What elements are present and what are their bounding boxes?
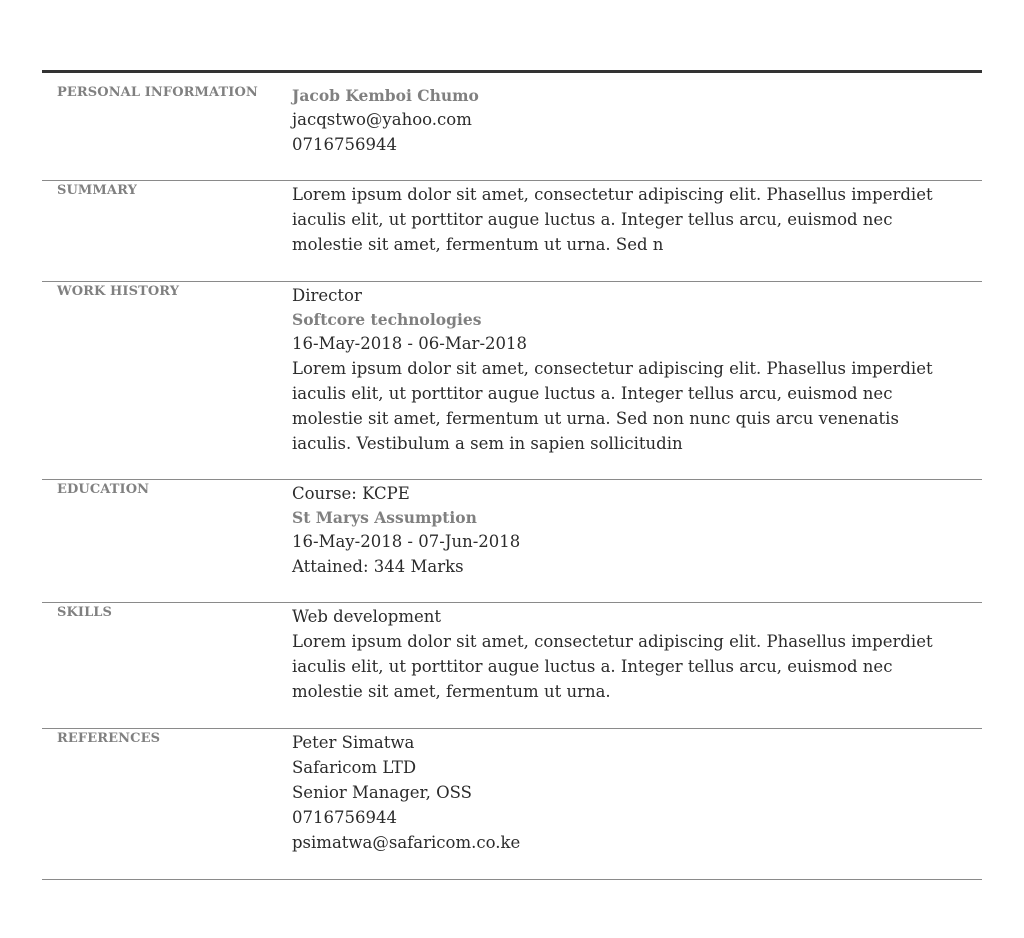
section-label-references: REFERENCES — [57, 731, 161, 746]
section-summary: SUMMARY Lorem ipsum dolor sit amet, cons… — [42, 181, 982, 282]
section-label-work-history: WORK HISTORY — [57, 284, 180, 299]
reference-position: Senior Manager, OSS — [292, 783, 472, 802]
references-body: Peter Simatwa Safaricom LTD Senior Manag… — [292, 729, 962, 855]
job-company: Softcore technologies — [292, 310, 482, 329]
reference-name: Peter Simatwa — [292, 733, 415, 752]
education-body: Course: KCPE St Marys Assumption 16-May-… — [292, 480, 962, 579]
reference-phone: 0716756944 — [292, 808, 397, 827]
personal-information-body: Jacob Kemboi Chumo jacqstwo@yahoo.com 07… — [292, 73, 962, 157]
resume: PERSONAL INFORMATION Jacob Kemboi Chumo … — [42, 70, 982, 880]
person-name: Jacob Kemboi Chumo — [292, 86, 479, 105]
job-description: Lorem ipsum dolor sit amet, consectetur … — [292, 359, 933, 453]
skill-description: Lorem ipsum dolor sit amet, consectetur … — [292, 632, 933, 701]
section-education: EDUCATION Course: KCPE St Marys Assumpti… — [42, 480, 982, 603]
skills-body: Web development Lorem ipsum dolor sit am… — [292, 603, 962, 704]
section-label-personal-information: PERSONAL INFORMATION — [57, 85, 258, 100]
section-work-history: WORK HISTORY Director Softcore technolog… — [42, 282, 982, 480]
section-label-skills: SKILLS — [57, 605, 113, 620]
summary-body: Lorem ipsum dolor sit amet, consectetur … — [292, 181, 962, 257]
reference-email: psimatwa@safaricom.co.ke — [292, 833, 521, 852]
education-school: St Marys Assumption — [292, 508, 477, 527]
education-course: Course: KCPE — [292, 484, 410, 503]
reference-company: Safaricom LTD — [292, 758, 417, 777]
education-dates: 16-May-2018 - 07-Jun-2018 — [292, 532, 521, 551]
section-label-education: EDUCATION — [57, 482, 150, 497]
job-dates: 16-May-2018 - 06-Mar-2018 — [292, 334, 528, 353]
person-phone: 0716756944 — [292, 135, 397, 154]
skill-name: Web development — [292, 607, 442, 626]
section-skills: SKILLS Web development Lorem ipsum dolor… — [42, 603, 982, 729]
summary-text: Lorem ipsum dolor sit amet, consectetur … — [292, 185, 933, 254]
person-email: jacqstwo@yahoo.com — [292, 110, 472, 129]
section-label-summary: SUMMARY — [57, 183, 137, 198]
section-personal-information: PERSONAL INFORMATION Jacob Kemboi Chumo … — [42, 73, 982, 181]
education-attained: Attained: 344 Marks — [292, 557, 464, 576]
work-history-body: Director Softcore technologies 16-May-20… — [292, 282, 962, 456]
job-title: Director — [292, 286, 362, 305]
section-references: REFERENCES Peter Simatwa Safaricom LTD S… — [42, 729, 982, 880]
